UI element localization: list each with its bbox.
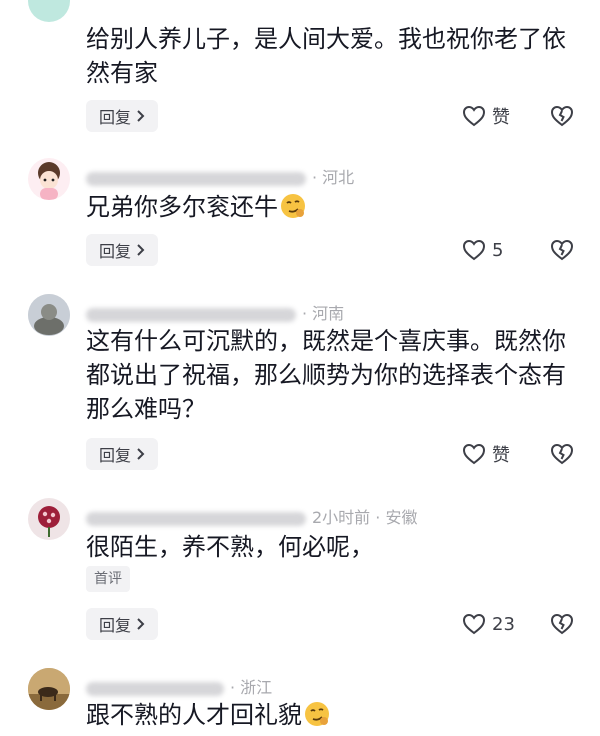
broken-heart-icon <box>550 105 574 127</box>
like-button[interactable]: 赞 <box>462 438 510 470</box>
heart-outline-icon <box>462 613 486 635</box>
blurred-username <box>86 307 296 322</box>
comment-location: · 浙江 <box>230 678 273 697</box>
smirk-emoji-icon <box>304 701 330 736</box>
blurred-username <box>86 171 306 186</box>
blurred-username <box>86 681 224 696</box>
chevron-right-icon <box>137 618 145 630</box>
comment-location: · 河北 <box>312 168 355 187</box>
like-button[interactable]: 23 <box>462 608 515 640</box>
comment-meta: · 浙江 <box>86 674 272 698</box>
comment-text-content: 兄弟你多尔衮还牛 <box>86 193 278 221</box>
chevron-right-icon <box>137 110 145 122</box>
comment-meta: 2小时前 · 安徽 <box>86 504 417 528</box>
comment-location: · 河南 <box>302 304 345 323</box>
dislike-button[interactable] <box>550 100 574 132</box>
comment-text: 兄弟你多尔衮还牛 <box>86 190 576 228</box>
comment-text: 很陌生，养不熟，何必呢， <box>86 533 374 561</box>
reply-button[interactable]: 回复 <box>86 100 158 132</box>
like-count: 23 <box>492 613 515 635</box>
like-count: 赞 <box>492 107 510 128</box>
comment-text-content: 跟不熟的人才回礼貌 <box>86 701 302 729</box>
comment-text: 给别人养儿子，是人间大爱。我也祝你老了依然有家 <box>86 25 566 87</box>
chevron-right-icon <box>137 244 145 256</box>
heart-outline-icon <box>462 105 486 127</box>
like-button[interactable]: 赞 <box>462 100 510 132</box>
blurred-username <box>86 511 306 526</box>
avatar[interactable] <box>28 668 70 710</box>
like-button[interactable]: 5 <box>462 234 503 266</box>
like-count: 赞 <box>492 445 510 466</box>
reply-button[interactable]: 回复 <box>86 608 158 640</box>
chevron-right-icon <box>137 448 145 460</box>
avatar[interactable] <box>28 158 70 200</box>
comment-text: 这有什么可沉默的，既然是个喜庆事。既然你都说出了祝福，那么顺势为你的选择表个态有… <box>86 327 566 423</box>
comment-text: 跟不熟的人才回礼貌 <box>86 698 576 736</box>
avatar[interactable] <box>28 0 70 22</box>
heart-outline-icon <box>462 239 486 261</box>
comment-time: 2小时前 <box>312 508 371 527</box>
comment-meta: · 河南 <box>86 300 344 324</box>
avatar[interactable] <box>28 498 70 540</box>
reply-button[interactable]: 回复 <box>86 438 158 470</box>
smirk-emoji-icon <box>280 193 306 228</box>
reply-label: 回复 <box>98 616 131 635</box>
broken-heart-icon <box>550 443 574 465</box>
broken-heart-icon <box>550 239 574 261</box>
heart-outline-icon <box>462 443 486 465</box>
reply-button[interactable]: 回复 <box>86 234 158 266</box>
reply-label: 回复 <box>98 446 131 465</box>
reply-label: 回复 <box>98 108 131 127</box>
reply-label: 回复 <box>98 242 131 261</box>
like-count: 5 <box>492 239 504 261</box>
first-comment-badge: 首评 <box>86 566 130 592</box>
comment-meta: · 河北 <box>86 164 354 188</box>
dislike-button[interactable] <box>550 438 574 470</box>
dislike-button[interactable] <box>550 608 574 640</box>
avatar[interactable] <box>28 294 70 336</box>
comment-location: · 安徽 <box>375 508 418 527</box>
dislike-button[interactable] <box>550 234 574 266</box>
broken-heart-icon <box>550 613 574 635</box>
